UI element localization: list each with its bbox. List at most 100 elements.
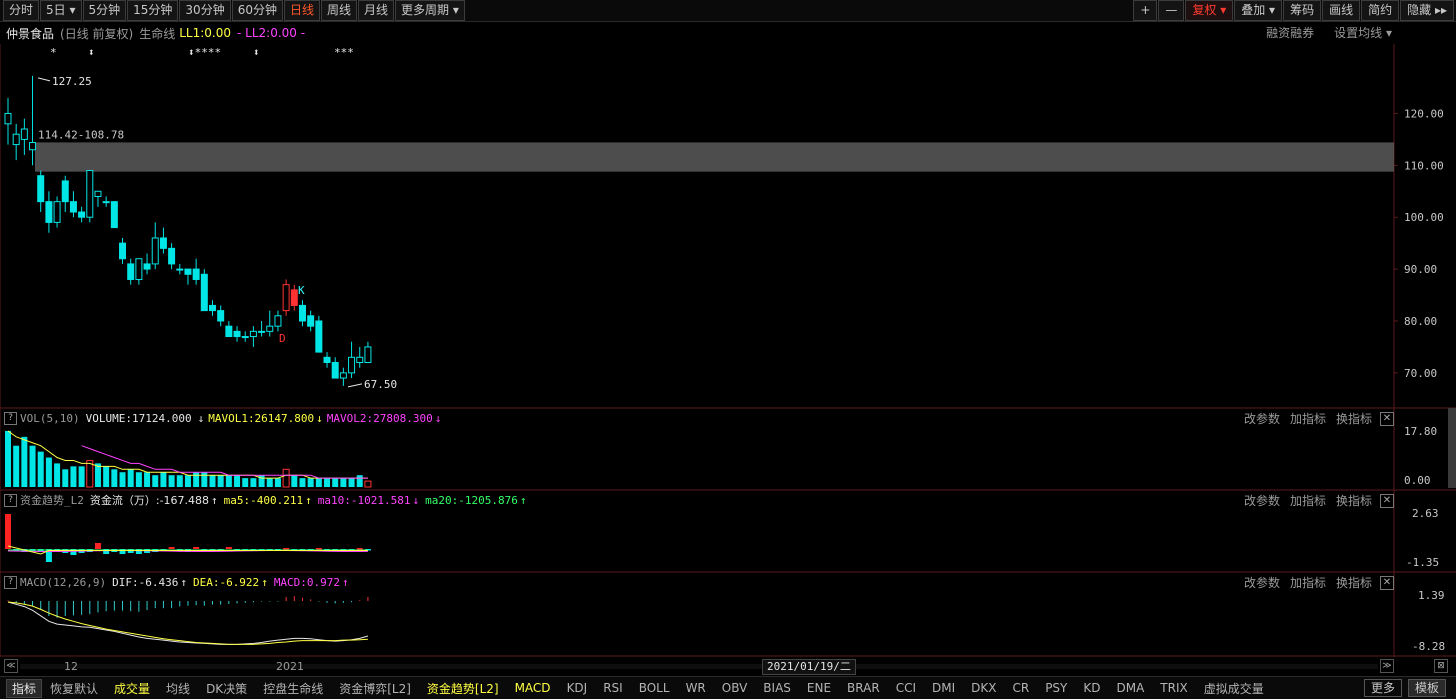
volume-bar [324, 478, 331, 487]
edit-params-button[interactable]: 改参数 [1244, 411, 1280, 427]
signal-mark: ⬍ [253, 46, 260, 59]
vertical-scroll-handle[interactable] [1448, 408, 1456, 488]
close-icon[interactable]: ✕ [1380, 494, 1394, 508]
y-tick-label: 120.00 [1404, 107, 1444, 120]
volume-bar [37, 451, 44, 487]
macd-indicator-name[interactable]: MACD(12,26,9) [20, 575, 106, 591]
volume-bar [234, 475, 241, 487]
indicator-tab[interactable]: PSY [1037, 681, 1075, 695]
indicator-tab[interactable]: 控盘生命线 [255, 680, 331, 697]
switch-indicator-button[interactable]: 换指标 [1336, 411, 1372, 427]
template-button[interactable]: 模板 [1407, 679, 1446, 697]
indicator-tab[interactable]: RSI [595, 681, 631, 695]
indicator-tab[interactable]: 成交量 [106, 680, 158, 697]
candle-body [176, 268, 184, 271]
indicator-tab[interactable]: DK决策 [198, 680, 255, 697]
add-indicator-button[interactable]: 加指标 [1290, 411, 1326, 427]
arrow-down-icon: ↓ [412, 494, 420, 507]
candle-body [45, 201, 53, 223]
arrow-up-icon: ↑ [342, 576, 349, 589]
indicator-tab[interactable]: ENE [799, 681, 839, 695]
fund-ma10-value: ma10:-1021.581 [317, 494, 411, 507]
switch-indicator-button[interactable]: 换指标 [1336, 493, 1372, 509]
more-button[interactable]: 更多 [1363, 679, 1402, 697]
help-icon[interactable]: ? [4, 494, 17, 507]
volume-bar [364, 480, 372, 488]
indicator-tab[interactable]: 恢复默认 [42, 680, 106, 697]
volume-bar [291, 475, 298, 487]
volume-bar [176, 475, 183, 487]
y-tick-label: 90.00 [1404, 263, 1437, 276]
fund-indicator-name[interactable]: 资金趋势_L2 [20, 493, 84, 509]
candle-body [315, 320, 323, 353]
candle-body [110, 201, 118, 229]
indicator-tab[interactable]: BRAR [839, 681, 888, 695]
volume-bar [62, 469, 69, 487]
indicator-tab[interactable]: TRIX [1152, 681, 1195, 695]
indicator-tab[interactable]: KD [1075, 681, 1108, 695]
indicator-tab[interactable]: WR [678, 681, 714, 695]
volume-pane-header: ? VOL(5,10) VOLUME:17124.000 ↓ MAVOL1:26… [4, 411, 441, 427]
macd-y-bottom: -8.28 [1412, 640, 1445, 653]
indicator-tab[interactable]: DMI [924, 681, 963, 695]
mavol1-line [7, 430, 368, 479]
fund-y-top: 2.63 [1412, 507, 1439, 520]
volume-bar [274, 478, 281, 487]
indicator-tab[interactable]: DKX [963, 681, 1004, 695]
candle-body [241, 336, 249, 339]
zoom-icon[interactable]: ⊠ [1434, 659, 1448, 673]
volume-bar [21, 436, 28, 487]
close-icon[interactable]: ✕ [1380, 576, 1394, 590]
candle-body [307, 315, 315, 327]
volume-bar [356, 475, 363, 487]
switch-indicator-button[interactable]: 换指标 [1336, 575, 1372, 591]
scroll-left-icon[interactable]: ≪ [4, 659, 18, 673]
zone-label: 114.42-108.78 [38, 128, 124, 141]
candle-body [184, 268, 192, 275]
indicator-tab[interactable]: 指标 [6, 678, 43, 698]
add-indicator-button[interactable]: 加指标 [1290, 493, 1326, 509]
signal-mark: * [50, 46, 57, 59]
indicator-tab[interactable]: DMA [1108, 681, 1152, 695]
indicator-tab[interactable]: MACD [507, 681, 559, 695]
vol-indicator-name[interactable]: VOL(5,10) [20, 411, 80, 427]
indicator-tab[interactable]: BOLL [631, 681, 678, 695]
volume-bar [299, 478, 306, 487]
indicator-tab[interactable]: 虚拟成交量 [1196, 680, 1272, 697]
candle-body [274, 315, 282, 327]
bottom-right-buttons: 更多 模板 [1363, 679, 1446, 697]
candle-body [69, 201, 77, 213]
indicator-tab[interactable]: 均线 [158, 680, 198, 697]
arrow-up-icon: ↑ [305, 494, 312, 507]
help-icon[interactable]: ? [4, 576, 17, 589]
volume-bar [168, 475, 175, 487]
close-icon[interactable]: ✕ [1380, 412, 1394, 426]
edit-params-button[interactable]: 改参数 [1244, 493, 1280, 509]
indicator-tab[interactable]: 资金博弈[L2] [331, 680, 419, 697]
candle-body [143, 263, 151, 270]
indicator-tab[interactable]: BIAS [755, 681, 799, 695]
mavol1-value: MAVOL1:26147.800 [208, 412, 315, 425]
scroll-right-icon[interactable]: ≫ [1380, 659, 1394, 673]
add-indicator-button[interactable]: 加指标 [1290, 575, 1326, 591]
candle-body [249, 330, 257, 338]
arrow-down-icon: ↓ [434, 412, 442, 425]
candle-body [209, 304, 216, 312]
help-icon[interactable]: ? [4, 412, 17, 425]
candle-body [217, 310, 225, 322]
candle-body [135, 258, 143, 280]
edit-params-button[interactable]: 改参数 [1244, 575, 1280, 591]
indicator-tab[interactable]: CCI [888, 681, 924, 695]
indicator-tab[interactable]: KDJ [559, 681, 596, 695]
dif-line [7, 601, 369, 645]
fund-bar [283, 548, 290, 550]
indicator-tab[interactable]: OBV [714, 681, 756, 695]
fund-ma20-value: ma20:-1205.876 [425, 494, 518, 507]
candle-body [225, 325, 233, 338]
volume-bar [209, 475, 216, 487]
volume-bar [250, 478, 257, 487]
indicator-tab[interactable]: CR [1004, 681, 1037, 695]
horizontal-scrollbar[interactable] [20, 664, 1378, 669]
indicator-tab[interactable]: 资金趋势[L2] [419, 680, 507, 697]
candle-body [102, 201, 110, 204]
